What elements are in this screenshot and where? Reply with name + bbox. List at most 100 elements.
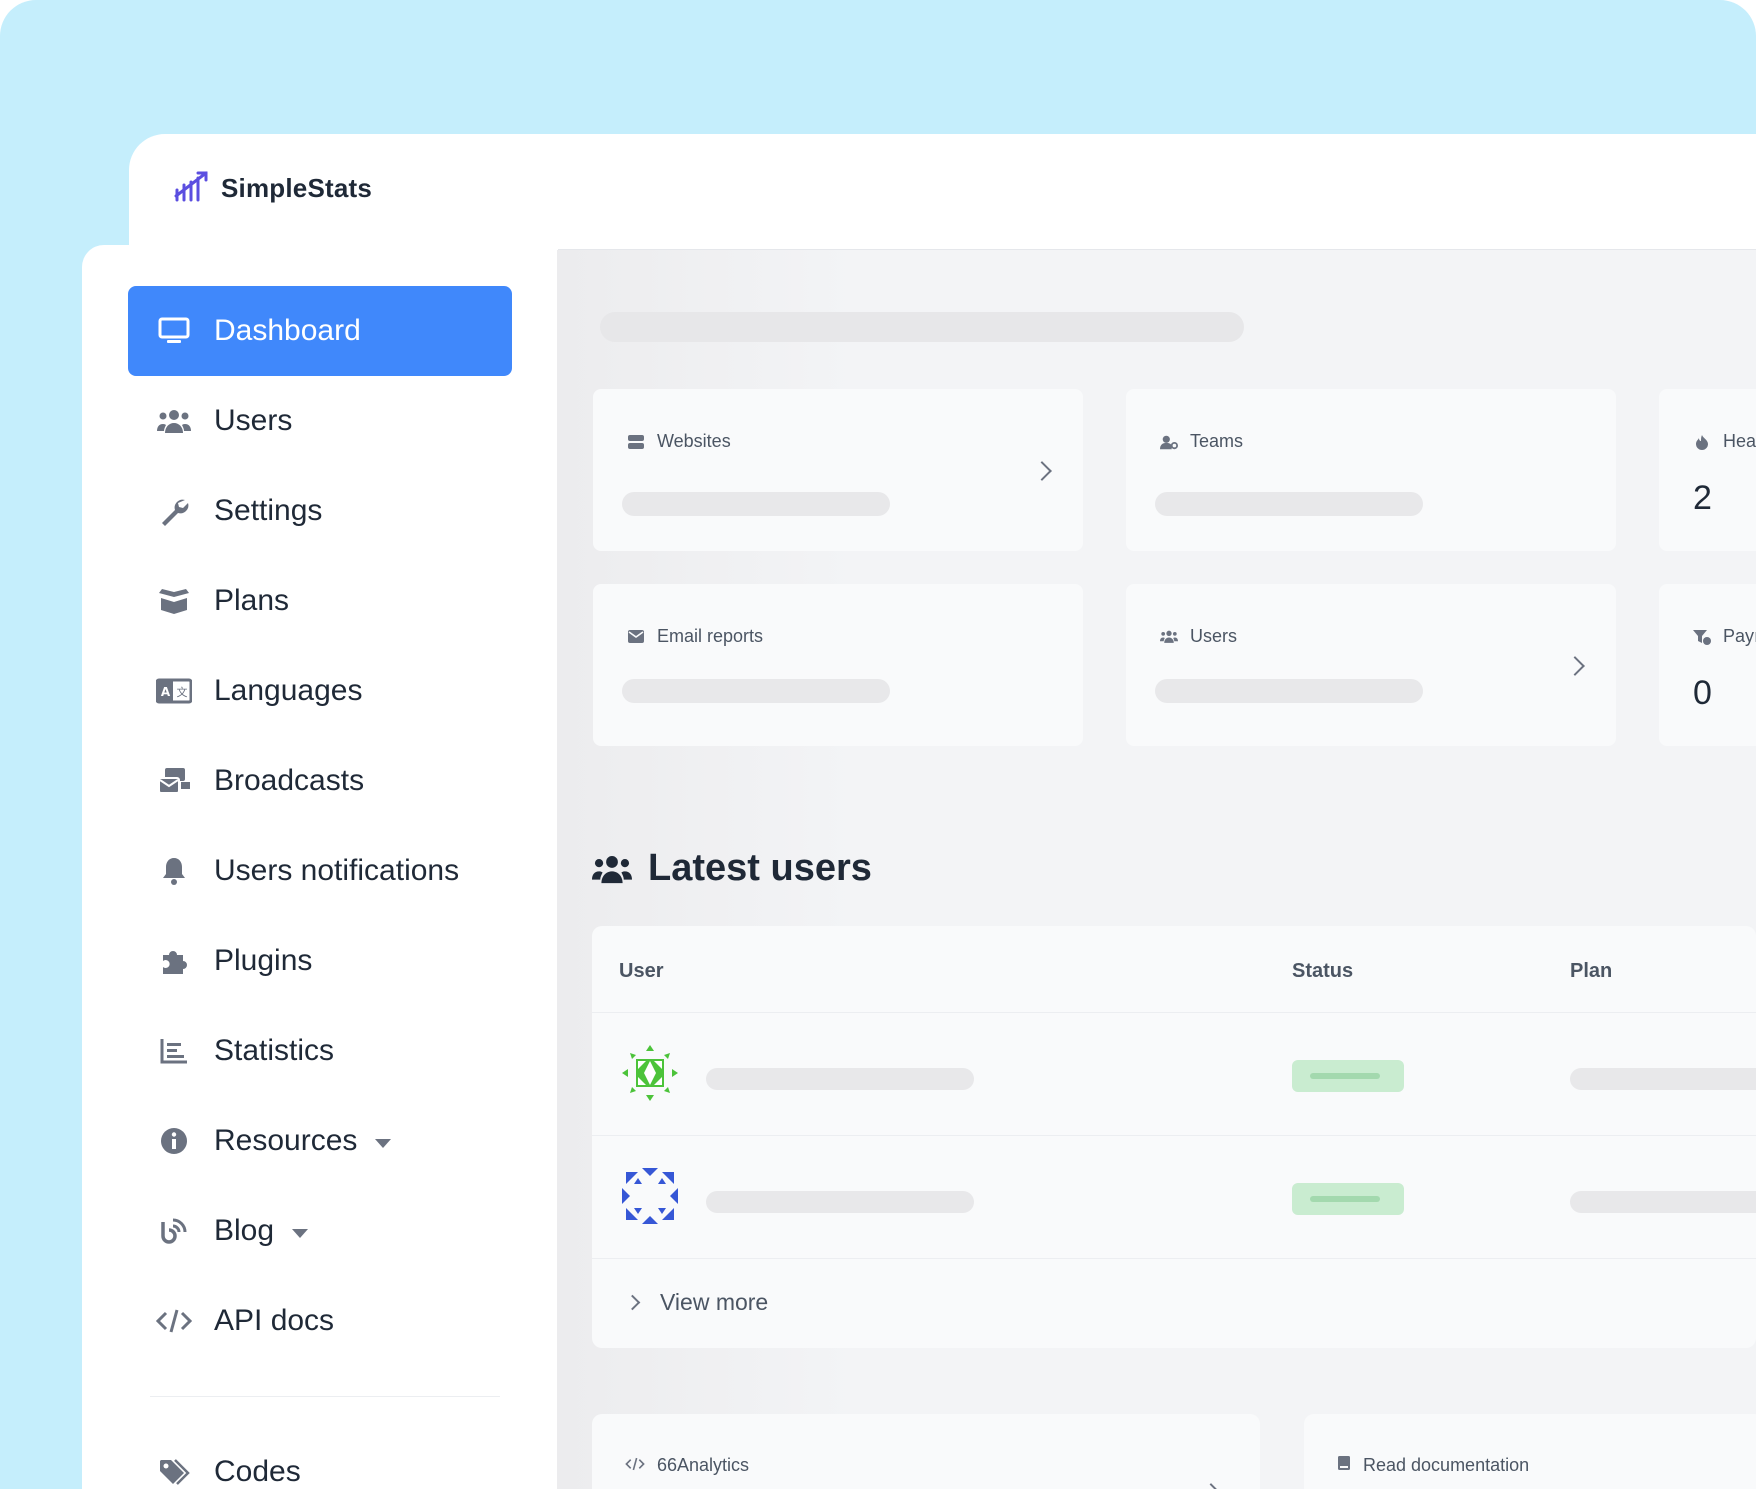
sidebar-item-label: Settings <box>214 494 323 527</box>
svg-text:文: 文 <box>177 685 188 699</box>
sidebar-item-label: Languages <box>214 674 363 707</box>
card-label: 66Analytics <box>657 1455 750 1475</box>
sidebar-item-label: Dashboard <box>214 314 361 347</box>
chart-bar-icon <box>156 1033 192 1069</box>
sidebar-nav: Dashboard Users Settings Plans A文 Langua… <box>128 286 512 1366</box>
sidebar-item-resources[interactable]: Resources <box>128 1096 512 1186</box>
chevron-right-icon <box>624 1294 641 1311</box>
stat-card-email-reports[interactable]: Email reports <box>593 584 1083 746</box>
column-header-status[interactable]: Status <box>1292 960 1353 983</box>
stat-card-websites[interactable]: Websites <box>593 389 1083 551</box>
table-row[interactable] <box>592 1135 1756 1258</box>
envelope-icon <box>627 628 645 646</box>
sidebar-item-label: Users <box>214 404 293 437</box>
value-skeleton <box>622 679 890 703</box>
app-name: SimpleStats <box>221 173 373 203</box>
value-skeleton <box>1155 679 1423 703</box>
sidebar-item-users[interactable]: Users <box>128 376 512 466</box>
sidebar-item-users-notifications[interactable]: Users notifications <box>128 826 512 916</box>
main-content: Websites Teams Hea 2 Email reports Users… <box>557 250 1756 1489</box>
wrench-icon <box>156 493 192 529</box>
sidebar-item-plans[interactable]: Plans <box>128 556 512 646</box>
sidebar-item-label: Resources <box>214 1124 358 1157</box>
stat-label: Websites <box>657 431 731 451</box>
table-row[interactable] <box>592 1012 1756 1135</box>
logo-icon <box>173 170 211 207</box>
chevron-right-icon[interactable] <box>1032 461 1052 481</box>
sidebar-divider <box>150 1396 500 1397</box>
section-title-latest-users: Latest users <box>592 847 872 890</box>
sidebar-item-broadcasts[interactable]: Broadcasts <box>128 736 512 826</box>
stat-value: 2 <box>1693 479 1712 517</box>
sidebar-item-dashboard[interactable]: Dashboard <box>128 286 512 376</box>
plan-skeleton <box>1570 1191 1756 1213</box>
sidebar-item-label: Plugins <box>214 944 313 977</box>
stat-value: 0 <box>1693 674 1712 712</box>
chevron-right-icon[interactable] <box>1201 1483 1221 1489</box>
box-open-icon <box>156 583 192 619</box>
funnel-dollar-icon <box>1693 628 1711 646</box>
users-icon <box>156 403 192 439</box>
user-name-skeleton <box>706 1191 974 1213</box>
sidebar-item-label: Codes <box>214 1455 301 1488</box>
users-icon <box>1160 628 1178 646</box>
sidebar-item-api-docs[interactable]: API docs <box>128 1276 512 1366</box>
stat-label: Users <box>1190 626 1238 646</box>
stat-card-users[interactable]: Users <box>1126 584 1616 746</box>
view-more-label: View more <box>660 1289 769 1315</box>
server-icon <box>627 433 645 451</box>
stat-label: Hea <box>1723 431 1756 451</box>
stat-card-heartbeats[interactable]: Hea 2 <box>1659 389 1756 551</box>
mail-bulk-icon <box>156 763 192 799</box>
user-name-skeleton <box>706 1068 974 1090</box>
section-title-text: Latest users <box>648 847 872 889</box>
page-title-skeleton <box>600 312 1244 342</box>
sidebar-item-label: Blog <box>214 1214 275 1247</box>
status-badge <box>1292 1060 1404 1092</box>
sidebar-item-plugins[interactable]: Plugins <box>128 916 512 1006</box>
stat-label: Payı <box>1723 626 1756 646</box>
language-icon: A文 <box>156 673 192 709</box>
avatar <box>618 1164 682 1228</box>
tags-icon <box>156 1454 192 1489</box>
card-label: Read documentation <box>1363 1455 1530 1475</box>
avatar <box>618 1041 682 1105</box>
chevron-down-icon <box>375 1138 392 1148</box>
view-more-link[interactable]: View more <box>624 1289 769 1316</box>
card-read-documentation[interactable]: Read documentation <box>1304 1414 1756 1489</box>
fire-icon <box>1693 433 1711 451</box>
stat-label: Email reports <box>657 626 764 646</box>
stat-label: Teams <box>1190 431 1244 451</box>
svg-text:A: A <box>161 685 171 699</box>
sidebar-item-settings[interactable]: Settings <box>128 466 512 556</box>
code-icon <box>625 1455 645 1476</box>
chevron-down-icon <box>292 1228 309 1238</box>
column-header-user[interactable]: User <box>619 960 663 983</box>
latest-users-table: User Status Plan View more <box>592 926 1756 1348</box>
blog-icon <box>156 1213 192 1249</box>
puzzle-icon <box>156 943 192 979</box>
plan-skeleton <box>1570 1068 1756 1090</box>
user-cog-icon <box>1160 433 1178 451</box>
sidebar-item-label: Users notifications <box>214 854 460 887</box>
stat-card-teams[interactable]: Teams <box>1126 389 1616 551</box>
chevron-right-icon[interactable] <box>1565 656 1585 676</box>
stat-card-payments[interactable]: Payı 0 <box>1659 584 1756 746</box>
sidebar-item-statistics[interactable]: Statistics <box>128 1006 512 1096</box>
code-icon <box>156 1303 192 1339</box>
sidebar-item-label: Statistics <box>214 1034 335 1067</box>
value-skeleton <box>1155 492 1423 516</box>
sidebar-item-codes[interactable]: Codes <box>156 1454 301 1489</box>
column-header-plan[interactable]: Plan <box>1570 960 1612 983</box>
sidebar-item-label: Broadcasts <box>214 764 365 797</box>
sidebar-item-label: API docs <box>214 1304 335 1337</box>
logo[interactable]: SimpleStats <box>173 170 372 207</box>
users-icon <box>592 849 632 889</box>
sidebar-item-blog[interactable]: Blog <box>128 1186 512 1276</box>
info-icon <box>156 1123 192 1159</box>
card-66analytics[interactable]: 66Analytics <box>592 1414 1260 1489</box>
monitor-icon <box>156 313 192 349</box>
book-icon <box>1337 1455 1351 1476</box>
value-skeleton <box>622 492 890 516</box>
sidebar-item-languages[interactable]: A文 Languages <box>128 646 512 736</box>
